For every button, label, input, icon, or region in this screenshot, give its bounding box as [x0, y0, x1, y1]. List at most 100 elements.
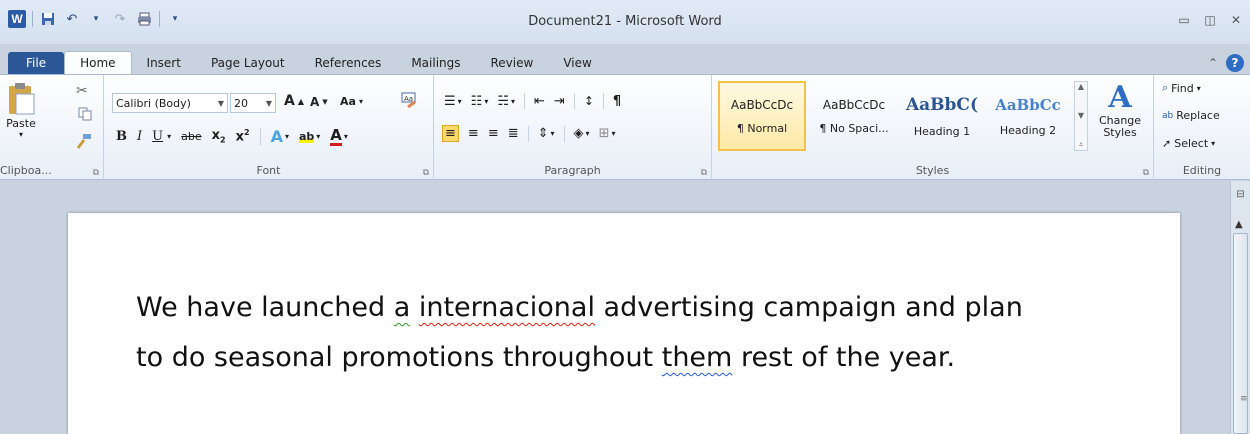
- minimize-icon[interactable]: ▭: [1176, 12, 1192, 28]
- select-button[interactable]: ➚ Select ▾: [1162, 137, 1215, 150]
- chevron-down-icon[interactable]: ▾: [484, 97, 488, 106]
- separator: [524, 93, 526, 109]
- align-center-icon[interactable]: ≡: [468, 126, 479, 141]
- cursor-icon: ➚: [1162, 137, 1172, 150]
- style-sample: AaBbC(: [905, 94, 979, 115]
- sort-icon[interactable]: ↕: [584, 94, 594, 108]
- style-name: Heading 2: [999, 123, 1057, 137]
- bold-button[interactable]: B: [116, 129, 127, 144]
- tab-insert[interactable]: Insert: [132, 52, 196, 74]
- vertical-scrollbar[interactable]: ⊟ ▲ ≡: [1230, 181, 1250, 434]
- minimize-ribbon-icon[interactable]: ⌃: [1208, 56, 1218, 70]
- numbering-icon[interactable]: ☷: [471, 94, 483, 109]
- style-heading-2[interactable]: AaBbCc Heading 2: [984, 81, 1072, 151]
- paste-icon: [9, 83, 35, 115]
- chevron-down-icon[interactable]: ▾: [551, 129, 555, 138]
- multilevel-list-icon[interactable]: ☵: [497, 94, 509, 109]
- font-launcher-icon[interactable]: ⧉: [423, 168, 429, 178]
- change-styles-button[interactable]: A Change Styles: [1094, 81, 1146, 139]
- chevron-down-icon[interactable]: ▾: [611, 129, 615, 138]
- find-label: Find: [1171, 81, 1194, 95]
- style-normal[interactable]: AaBbCcDc ¶ Normal: [718, 81, 806, 151]
- styles-launcher-icon[interactable]: ⧉: [1143, 168, 1149, 178]
- text-run: advertising campaign and plan: [594, 292, 1023, 323]
- style-name: Heading 1: [913, 124, 971, 138]
- chevron-down-icon[interactable]: ▾: [511, 97, 515, 106]
- change-case-button[interactable]: Aa ▾: [340, 95, 363, 108]
- tab-mailings[interactable]: Mailings: [396, 52, 475, 74]
- find-button[interactable]: ⌕ Find ▾: [1162, 81, 1201, 95]
- scroll-up-icon[interactable]: ▲: [1235, 219, 1243, 230]
- style-no-spacing[interactable]: AaBbCcDc ¶ No Spaci...: [810, 81, 898, 151]
- restore-icon[interactable]: ◫: [1202, 12, 1218, 28]
- align-right-icon[interactable]: ≡: [488, 126, 499, 141]
- chevron-down-icon[interactable]: ▾: [316, 132, 320, 141]
- document-page[interactable]: We have launched a internacional adverti…: [68, 213, 1180, 434]
- chevron-down-icon[interactable]: ▾: [167, 132, 171, 141]
- copy-icon[interactable]: [78, 107, 92, 121]
- grammar-error-word[interactable]: a: [394, 292, 411, 323]
- paragraph-row-1: ☰ ▾ ☷ ▾ ☵ ▾ ⇤ ⇥ ↕ ¶: [444, 93, 621, 109]
- grip-icon: ≡: [1240, 394, 1248, 404]
- paragraph-row-2: ≡ ≡ ≡ ≣ ⇕ ▾ ◈ ▾ ⊞ ▾: [442, 125, 615, 142]
- font-size-combo[interactable]: 20 ▼: [230, 93, 276, 113]
- paragraph-group: ☰ ▾ ☷ ▾ ☵ ▾ ⇤ ⇥ ↕ ¶ ≡ ≡ ≡ ≣ ⇕ ▾ ◈ ▾ ⊞ ▾ Paragr…: [434, 75, 712, 181]
- show-formatting-icon[interactable]: ¶: [613, 94, 621, 109]
- more-styles-icon[interactable]: ⩡: [1079, 140, 1084, 150]
- line-spacing-icon[interactable]: ⇕: [538, 126, 549, 141]
- decrease-indent-icon[interactable]: ⇤: [534, 94, 545, 109]
- font-name-combo[interactable]: Calibri (Body) ▼: [112, 93, 228, 113]
- document-text[interactable]: We have launched a internacional adverti…: [136, 283, 1136, 383]
- scroll-thumb[interactable]: ≡: [1233, 233, 1248, 434]
- shrink-font-icon[interactable]: A ▼: [310, 95, 328, 109]
- shading-icon[interactable]: ◈: [574, 126, 584, 141]
- chevron-down-icon[interactable]: ▼: [1078, 111, 1084, 120]
- justify-icon[interactable]: ≣: [508, 126, 519, 141]
- text-effects-icon[interactable]: A: [271, 127, 283, 146]
- chevron-down-icon[interactable]: ▾: [285, 132, 289, 141]
- editing-group: ⌕ Find ▾ ab Replace ➚ Select ▾ Editing: [1154, 75, 1250, 181]
- close-icon[interactable]: ✕: [1228, 12, 1244, 28]
- replace-button[interactable]: ab Replace: [1162, 109, 1220, 122]
- paste-button[interactable]: Paste ▾: [6, 81, 36, 139]
- chevron-down-icon[interactable]: ▾: [344, 132, 348, 141]
- italic-button[interactable]: I: [137, 129, 142, 144]
- chevron-down-icon[interactable]: ▾: [458, 97, 462, 106]
- chevron-down-icon[interactable]: ▾: [586, 129, 590, 138]
- clipboard-group: Paste ▾ ✂ Clipboa... ⧉: [0, 75, 104, 181]
- chevron-down-icon: ▾: [1196, 83, 1201, 93]
- tab-review[interactable]: Review: [476, 52, 549, 74]
- tab-home[interactable]: Home: [64, 51, 132, 74]
- style-heading-1[interactable]: AaBbC( Heading 1: [898, 81, 986, 151]
- increase-indent-icon[interactable]: ⇥: [554, 94, 565, 109]
- tab-file[interactable]: File: [8, 52, 65, 74]
- font-name-value: Calibri (Body): [116, 96, 191, 110]
- chevron-up-icon[interactable]: ▲: [1078, 82, 1084, 91]
- styles-gallery-scroll[interactable]: ▲ ▼ ⩡: [1074, 81, 1088, 151]
- help-icon[interactable]: ?: [1226, 54, 1244, 72]
- clear-formatting-icon[interactable]: Aa: [400, 91, 418, 109]
- cut-icon[interactable]: ✂: [76, 83, 88, 99]
- strikethrough-button[interactable]: abe: [181, 130, 202, 143]
- tab-page-layout[interactable]: Page Layout: [196, 52, 300, 74]
- underline-button[interactable]: U: [152, 129, 163, 144]
- paragraph-launcher-icon[interactable]: ⧉: [701, 168, 707, 178]
- subscript-button[interactable]: x2: [212, 128, 226, 145]
- view-ruler-icon[interactable]: ⊟: [1233, 187, 1248, 202]
- select-label: Select: [1174, 137, 1209, 150]
- style-sample: AaBbCcDc: [730, 97, 794, 112]
- contextual-error-word[interactable]: them: [662, 342, 733, 373]
- format-painter-icon[interactable]: [76, 133, 92, 149]
- bullets-icon[interactable]: ☰: [444, 94, 456, 109]
- tab-references[interactable]: References: [300, 52, 397, 74]
- tab-view[interactable]: View: [548, 52, 606, 74]
- grow-font-icon[interactable]: A ▲: [284, 93, 304, 109]
- borders-icon[interactable]: ⊞: [599, 126, 610, 141]
- clipboard-launcher-icon[interactable]: ⧉: [93, 168, 99, 178]
- font-color-icon[interactable]: A: [330, 127, 342, 146]
- highlight-icon[interactable]: ab: [298, 130, 315, 143]
- spelling-error-word[interactable]: internacional: [419, 292, 595, 323]
- superscript-button[interactable]: x2: [236, 128, 250, 144]
- align-left-icon[interactable]: ≡: [442, 125, 459, 142]
- text-run: [410, 292, 419, 323]
